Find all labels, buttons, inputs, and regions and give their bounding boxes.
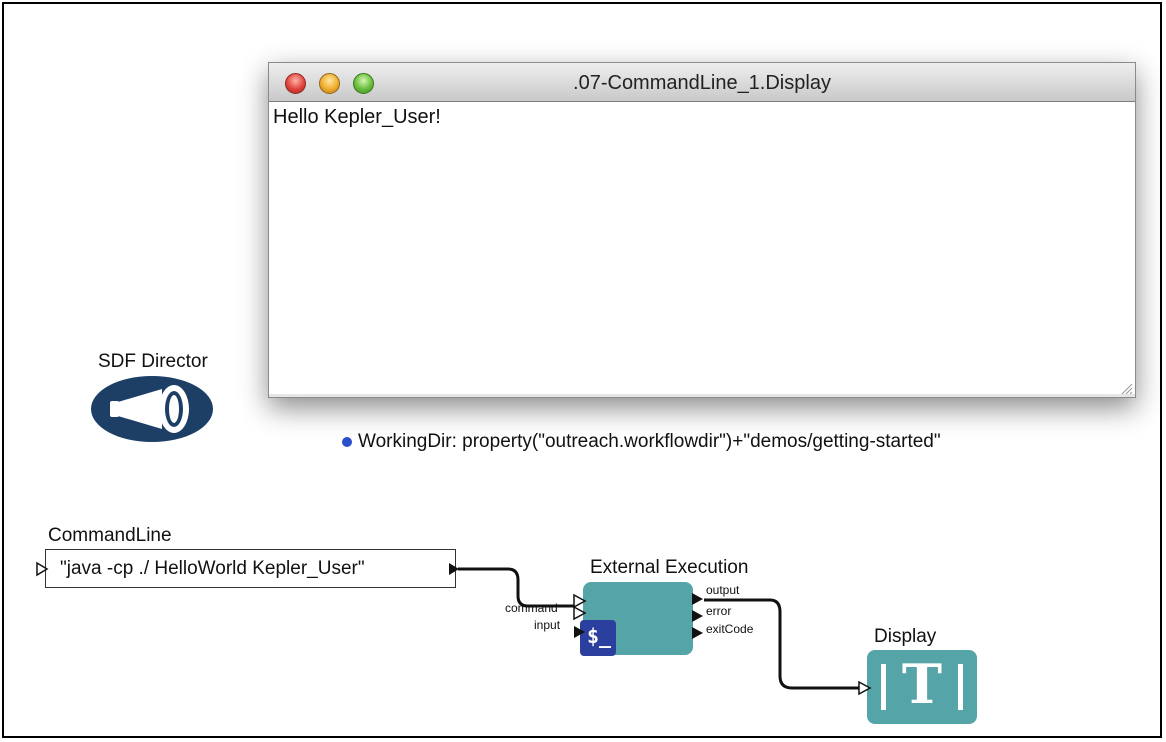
port-label-input: input [534,618,561,632]
display-actor-label: Display [874,626,937,647]
parameter-dot-icon [342,437,352,447]
display-input-port-icon[interactable] [857,680,873,696]
terminal-icon-text: $_ [587,624,612,648]
commandline-input-port-icon[interactable] [35,561,49,577]
display-actor[interactable]: T [867,650,977,724]
input-port-outline-icon [573,605,587,621]
port-label-error: error [706,604,732,618]
port-label-output: output [706,583,740,597]
text-display-bar-right [958,664,963,710]
megaphone-icon[interactable] [90,375,214,443]
port-label-command: command [505,601,558,615]
external-execution-label: External Execution [590,557,749,578]
display-window[interactable]: .07-CommandLine_1.Display Hello Kepler_U… [268,62,1136,398]
commandline-label: CommandLine [48,525,172,546]
director-label: SDF Director [98,351,208,372]
exitcode-port-icon[interactable] [690,625,706,641]
display-output-text: Hello Kepler_User! [273,106,441,128]
input-port-icon[interactable] [572,624,588,640]
commandline-actor[interactable]: "java -cp ./ HelloWorld Kepler_User" [45,549,456,588]
commandline-value: "java -cp ./ HelloWorld Kepler_User" [60,558,365,579]
horizontal-scrollbar[interactable] [269,394,1135,397]
window-titlebar[interactable]: .07-CommandLine_1.Display [269,63,1135,102]
commandline-output-port-icon[interactable] [447,561,461,577]
output-port-icon[interactable] [690,591,706,607]
port-label-exitcode: exitCode [706,622,754,636]
resize-grip-icon[interactable] [1119,381,1133,395]
working-dir-text: WorkingDir: property("outreach.workflowd… [358,431,941,452]
error-port-icon[interactable] [690,608,706,624]
working-dir-parameter[interactable]: WorkingDir: property("outreach.workflowd… [342,431,941,453]
window-title: .07-CommandLine_1.Display [573,72,831,94]
display-text-area[interactable]: Hello Kepler_User! [269,102,1135,397]
